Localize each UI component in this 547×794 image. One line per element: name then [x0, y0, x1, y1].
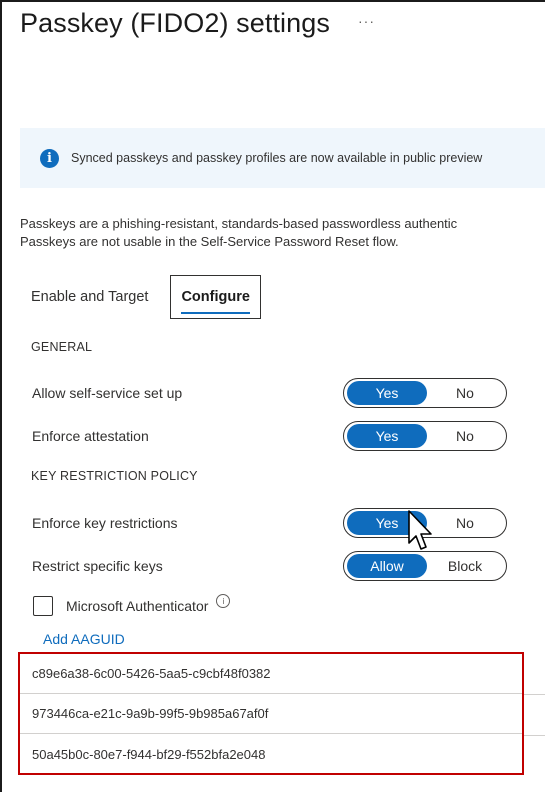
- enforce-key-restrictions-label: Enforce key restrictions: [32, 515, 178, 531]
- self-service-label: Allow self-service set up: [32, 385, 183, 401]
- description-line-2: Passkeys are not usable in the Self-Serv…: [20, 234, 399, 249]
- info-icon: i: [40, 148, 59, 168]
- section-key-restriction: KEY RESTRICTION POLICY: [31, 469, 198, 483]
- restrict-specific-keys-label: Restrict specific keys: [32, 558, 163, 574]
- self-service-toggle[interactable]: Yes No: [343, 378, 507, 408]
- section-general: GENERAL: [31, 340, 93, 354]
- aaguid-row-3[interactable]: 50a45b0c-80e7-f944-bf29-f552bfa2e048: [20, 734, 522, 774]
- banner-text: Synced passkeys and passkey profiles are…: [71, 151, 483, 165]
- tab-bar: Enable and Target Configure: [20, 275, 261, 319]
- attestation-no-option[interactable]: No: [427, 424, 503, 448]
- attestation-yes-option[interactable]: Yes: [347, 424, 427, 448]
- attestation-label: Enforce attestation: [32, 428, 149, 444]
- mouse-cursor-icon: [408, 510, 432, 550]
- authenticator-row: Microsoft Authenticator i: [33, 594, 231, 616]
- restrict-block-option[interactable]: Block: [427, 554, 503, 578]
- row-divider: [524, 694, 545, 695]
- restrict-allow-option[interactable]: Allow: [347, 554, 427, 578]
- authenticator-checkbox[interactable]: [33, 596, 53, 616]
- page-title: Passkey (FIDO2) settings: [20, 8, 330, 38]
- aaguid-row-1[interactable]: c89e6a38-6c00-5426-5aa5-c9cbf48f0382: [20, 654, 522, 694]
- tab-configure[interactable]: Configure: [170, 275, 261, 319]
- row-divider: [524, 735, 545, 736]
- authenticator-label: Microsoft Authenticator: [66, 598, 209, 614]
- description: Passkeys are a phishing-resistant, stand…: [20, 215, 457, 251]
- self-service-yes-option[interactable]: Yes: [347, 381, 427, 405]
- self-service-no-option[interactable]: No: [427, 381, 503, 405]
- settings-panel: Passkey (FIDO2) settings ··· i Synced pa…: [0, 0, 545, 792]
- page-header: Passkey (FIDO2) settings ···: [20, 8, 375, 39]
- attestation-toggle[interactable]: Yes No: [343, 421, 507, 451]
- aaguid-list: c89e6a38-6c00-5426-5aa5-c9cbf48f0382 973…: [18, 652, 524, 775]
- add-aaguid-link[interactable]: Add AAGUID: [43, 631, 125, 647]
- enforce-no-option[interactable]: No: [427, 511, 503, 535]
- more-options-button[interactable]: ···: [358, 13, 375, 29]
- aaguid-row-2[interactable]: 973446ca-e21c-9a9b-99f5-9b985a67af0f: [20, 694, 522, 734]
- description-line-1: Passkeys are a phishing-resistant, stand…: [20, 216, 458, 231]
- info-banner: i Synced passkeys and passkey profiles a…: [20, 128, 545, 188]
- info-outline-icon[interactable]: i: [216, 594, 231, 608]
- tab-enable-and-target[interactable]: Enable and Target: [20, 275, 170, 319]
